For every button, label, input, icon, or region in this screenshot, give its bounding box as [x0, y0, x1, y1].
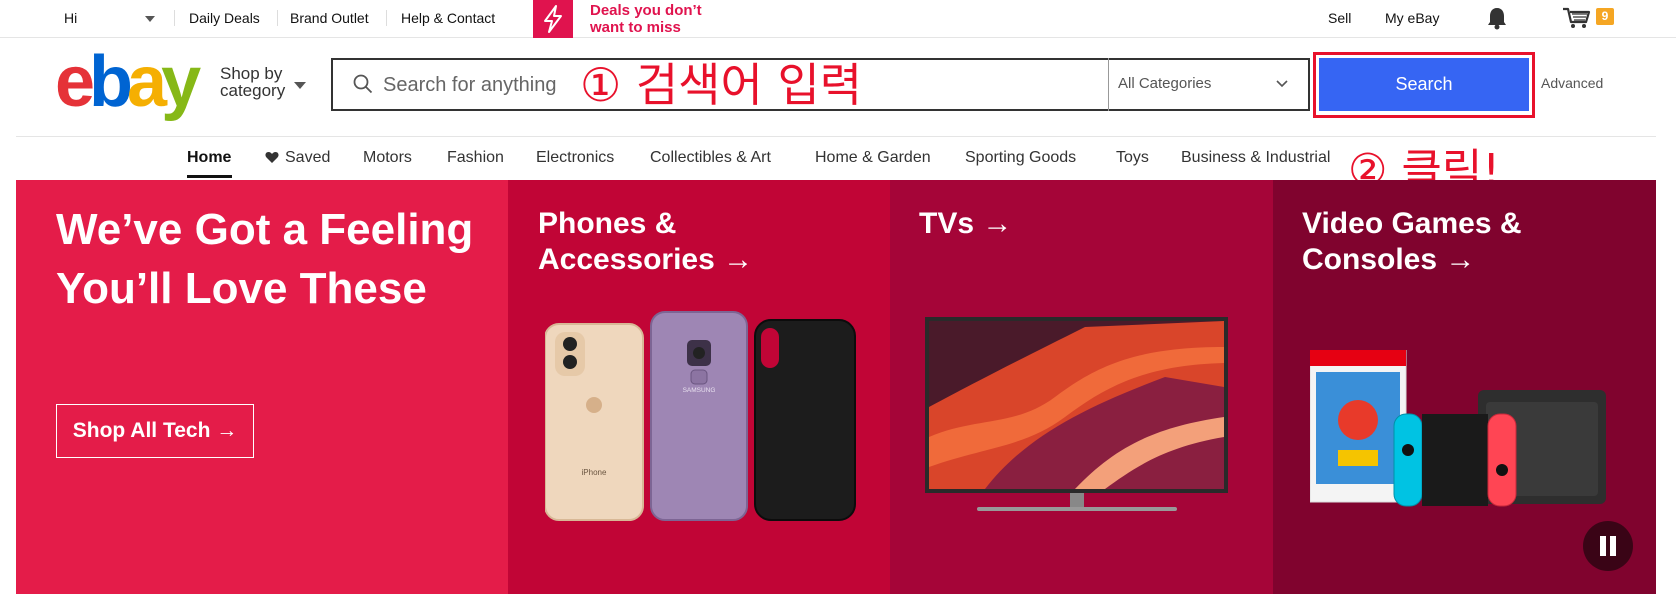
ebay-logo[interactable]: ebay [55, 42, 201, 122]
search-button[interactable]: Search [1319, 58, 1529, 111]
cart-icon[interactable] [1562, 6, 1592, 35]
logo-letter-e: e [55, 42, 95, 122]
cart-count-badge: 9 [1596, 8, 1614, 25]
top-bar: Hi Daily Deals Brand Outlet Help & Conta… [0, 0, 1676, 38]
nav-saved[interactable]: Saved [285, 149, 330, 167]
shop-all-tech-button[interactable]: Shop All Tech → [56, 404, 254, 458]
greeting-menu[interactable]: Hi [64, 10, 77, 26]
bell-icon[interactable] [1486, 6, 1508, 35]
phones-accessories-link[interactable]: Phones & Accessories → [538, 206, 753, 278]
nav-home[interactable]: Home [187, 149, 231, 167]
deals-promo[interactable]: Deals you don’t want to miss [590, 2, 702, 36]
heart-icon [265, 151, 279, 169]
caret-down-icon[interactable] [294, 82, 306, 89]
sell-link[interactable]: Sell [1328, 10, 1351, 26]
search-icon [353, 74, 373, 99]
nav-business-industrial[interactable]: Business & Industrial [1181, 149, 1330, 167]
logo-letter-b: b [89, 42, 133, 122]
shop-by-line2: category [220, 81, 286, 100]
divider [277, 10, 278, 26]
lightning-icon[interactable] [533, 0, 573, 38]
my-ebay-link[interactable]: My eBay [1385, 10, 1439, 26]
category-select[interactable]: All Categories [1118, 75, 1211, 92]
logo-letter-y: y [161, 42, 201, 122]
annotation-step1: ① 검색어 입력 [580, 58, 863, 112]
tv-image [925, 317, 1228, 511]
deals-promo-line2: want to miss [590, 19, 681, 36]
video-games-consoles-link[interactable]: Video Games & Consoles → [1302, 206, 1522, 278]
phone-brand-label: SAMSUNG [683, 387, 716, 394]
nav-electronics[interactable]: Electronics [536, 149, 614, 167]
shop-by-category-button[interactable]: Shop by category [220, 65, 285, 99]
advanced-search-link[interactable]: Advanced [1541, 75, 1603, 91]
panel-title-line1: TVs → [919, 207, 1013, 240]
panel-title-line1: Phones & [538, 207, 677, 240]
shop-by-line1: Shop by [220, 64, 283, 83]
nav-motors[interactable]: Motors [363, 149, 412, 167]
daily-deals-link[interactable]: Daily Deals [189, 10, 260, 26]
pause-icon [1600, 536, 1616, 556]
panel-title-line2: Consoles → [1302, 243, 1476, 276]
nav-sporting-goods[interactable]: Sporting Goods [965, 149, 1076, 167]
carousel-pause-button[interactable] [1583, 521, 1633, 571]
hero-title: We’ve Got a Feeling You’ll Love These [56, 205, 474, 313]
deals-promo-line1: Deals you don’t [590, 2, 702, 19]
divider [386, 10, 387, 26]
panel-title-line1: Video Games & [1302, 207, 1522, 240]
help-contact-link[interactable]: Help & Contact [401, 10, 495, 26]
chevron-down-icon[interactable] [145, 16, 155, 22]
brand-outlet-link[interactable]: Brand Outlet [290, 10, 369, 26]
nav-home-garden[interactable]: Home & Garden [815, 149, 931, 167]
tvs-link[interactable]: TVs → [919, 206, 1012, 242]
phones-image: iPhone SAMSUNG [545, 311, 856, 521]
divider [174, 10, 175, 26]
nav-collectibles-art[interactable]: Collectibles & Art [650, 149, 771, 167]
nav-toys[interactable]: Toys [1116, 149, 1149, 167]
game-console-image [1310, 350, 1606, 507]
phone-model-label: iPhone [582, 468, 607, 477]
chevron-down-icon[interactable] [1275, 76, 1289, 94]
nav-active-underline [187, 175, 232, 178]
divider [1108, 58, 1109, 111]
nav-fashion[interactable]: Fashion [447, 149, 504, 167]
nav-divider [16, 136, 1656, 137]
search-input[interactable] [383, 70, 583, 100]
panel-title-line2: Accessories → [538, 243, 754, 276]
logo-letter-a: a [127, 42, 167, 122]
